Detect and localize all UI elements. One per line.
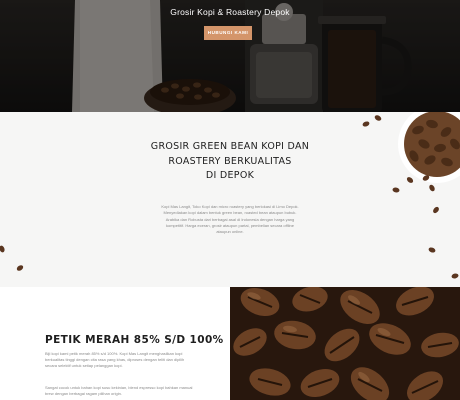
coffee-beans-photo xyxy=(230,287,460,400)
product-description: Biji kopi kami petik merah 85% s/d 100%.… xyxy=(45,351,185,369)
intro-heading: GROSIR GREEN BEAN KOPI DAN ROASTERY BERK… xyxy=(130,140,330,184)
contact-us-button[interactable]: HUBUNGI KAMI xyxy=(204,26,252,40)
intro-description: Kopi Mas Langit, Toko Kopi dan micro roa… xyxy=(161,204,299,235)
hero-section: Grosir Kopi & Roastery Depok HUBUNGI KAM… xyxy=(0,0,460,112)
intro-heading-line: ROASTERY BERKUALITAS xyxy=(168,155,292,167)
intro-section: GROSIR GREEN BEAN KOPI DAN ROASTERY BERK… xyxy=(0,112,460,287)
intro-heading-line: DI DEPOK xyxy=(205,170,255,181)
hero-title: Grosir Kopi & Roastery Depok xyxy=(170,7,290,17)
intro-heading-line: GROSIR GREEN BEAN KOPI DAN xyxy=(150,141,310,152)
coffee-beans-decoration xyxy=(0,112,460,279)
product-title: PETIK MERAH 85% S/D 100% xyxy=(45,334,224,346)
product-section: PETIK MERAH 85% S/D 100% Biji kopi kami … xyxy=(0,287,230,400)
product-description-secondary: Sangat cocok untuk bahan kopi susu kekin… xyxy=(45,385,193,397)
